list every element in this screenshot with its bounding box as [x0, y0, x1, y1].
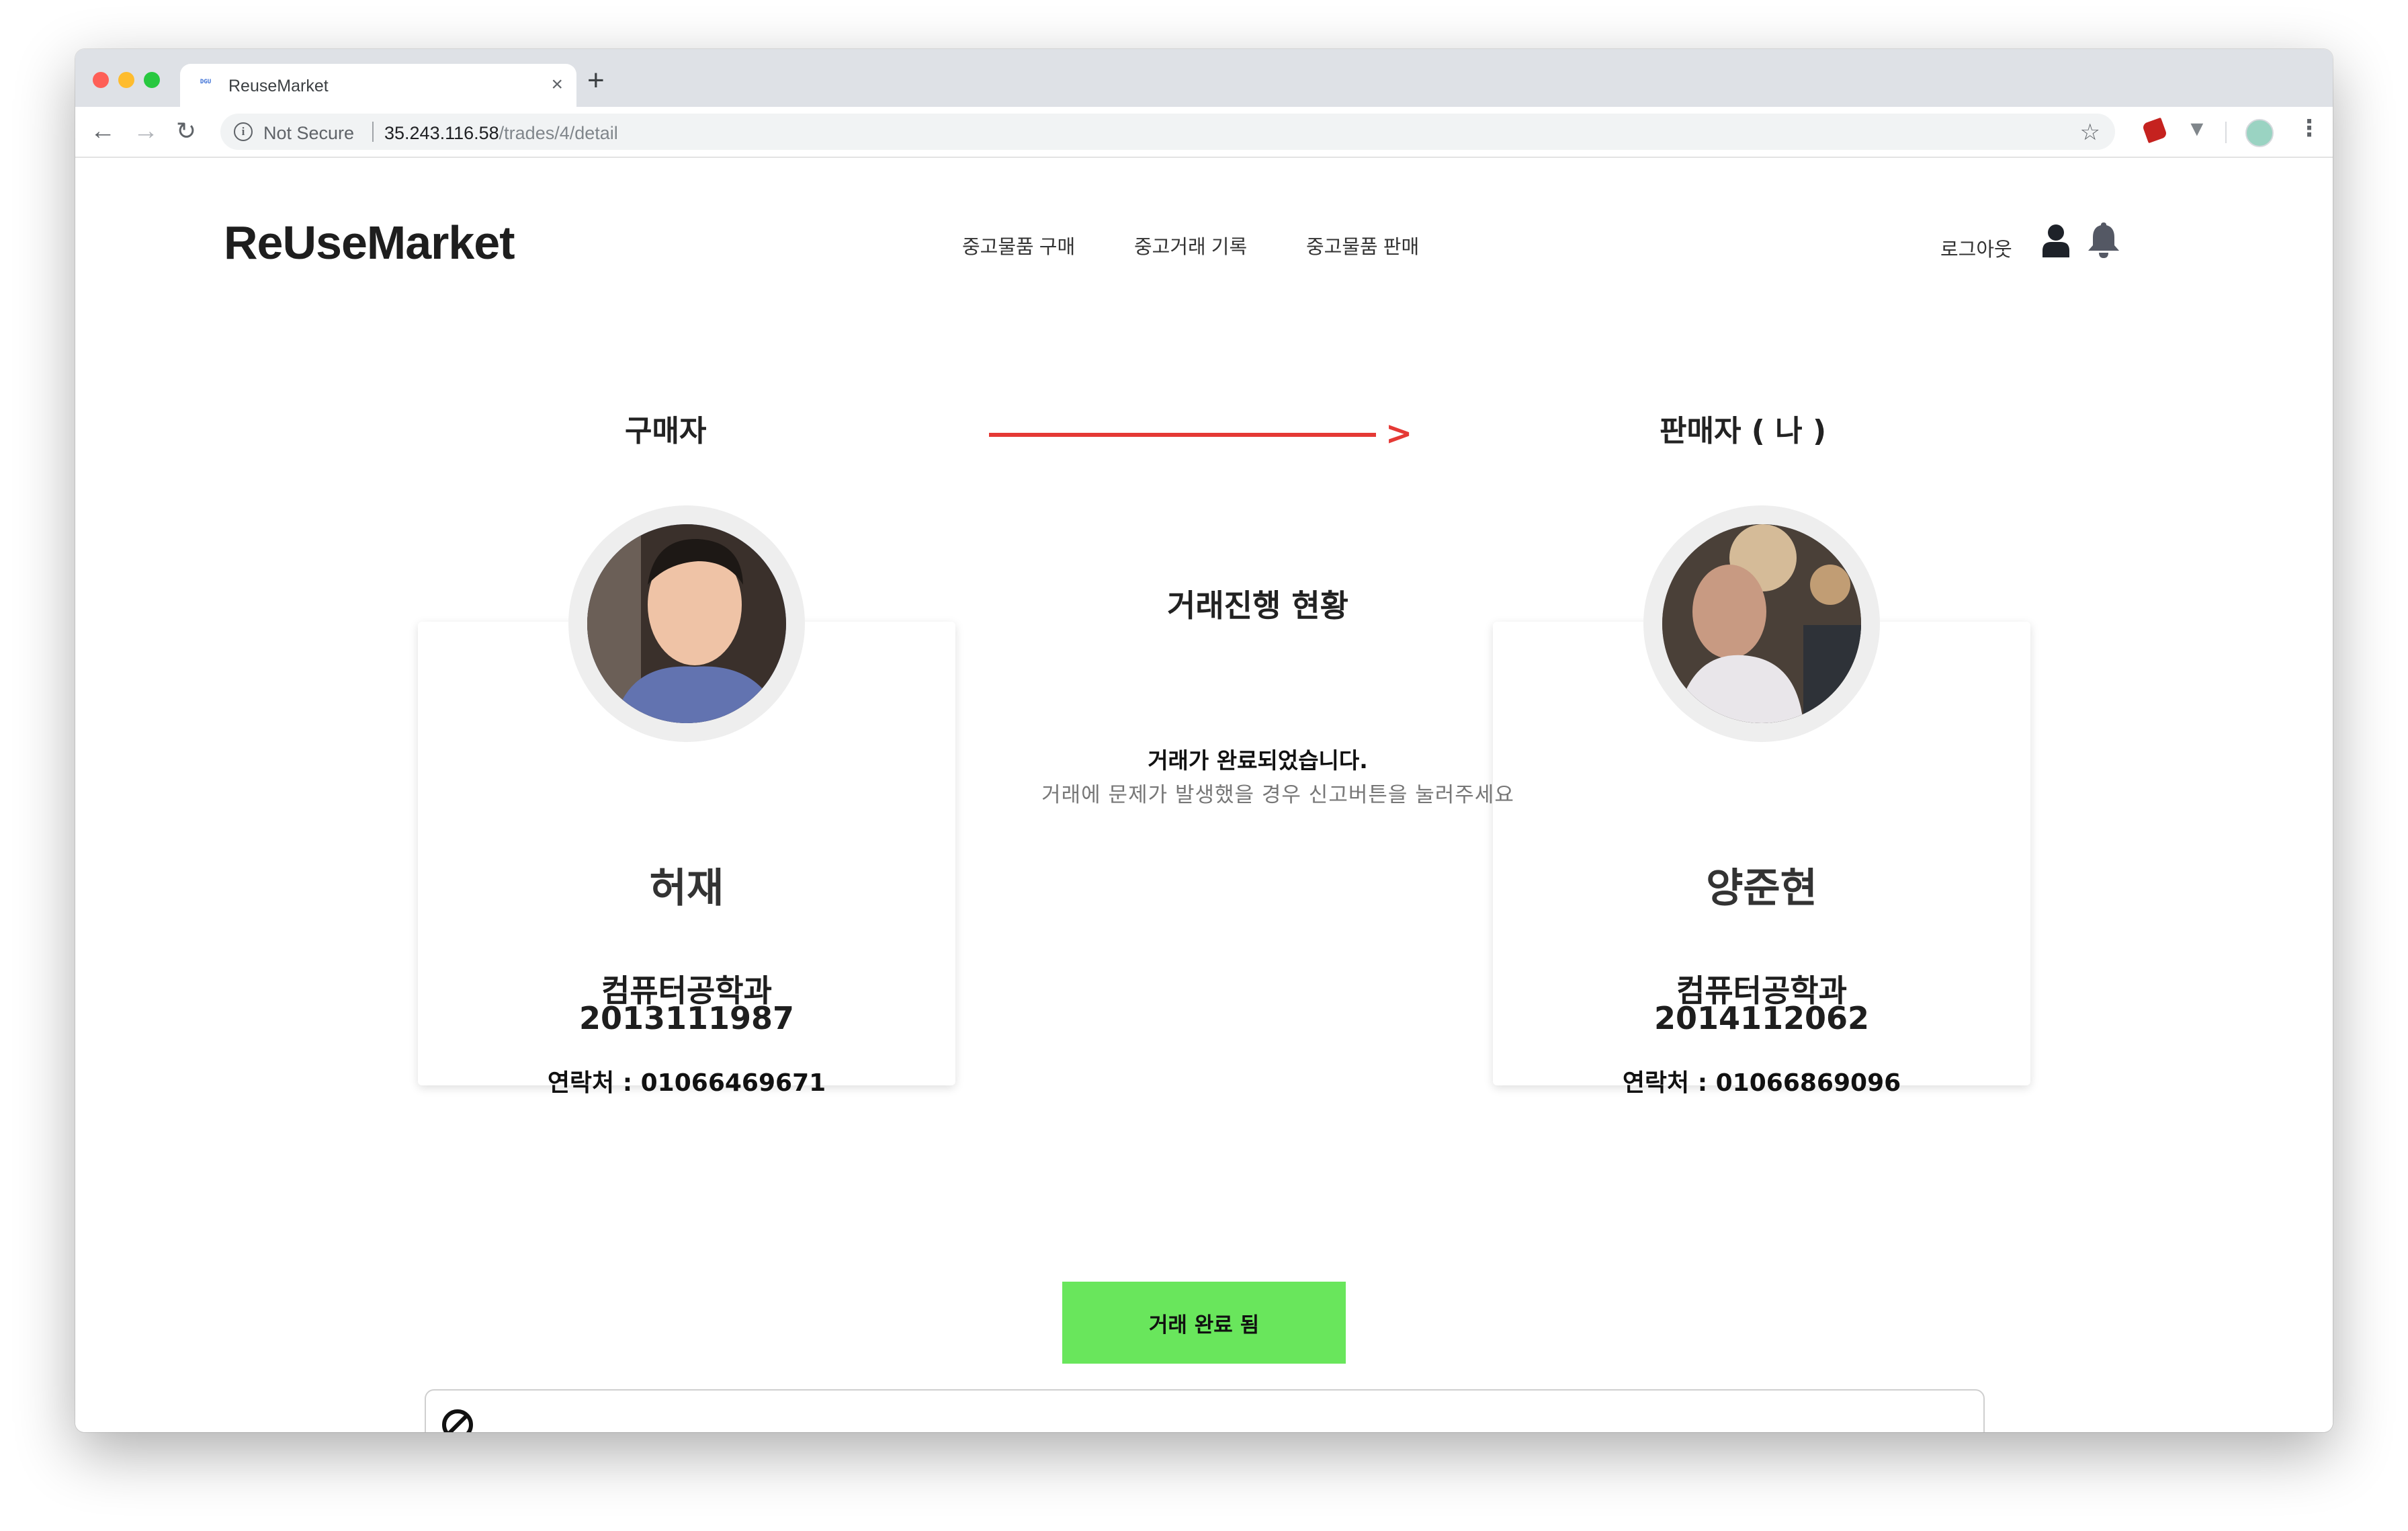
logout-link[interactable]: 로그아웃 [1940, 234, 2012, 262]
nav-sell[interactable]: 중고물품 판매 [1306, 231, 1419, 259]
buyer-student-id: 2013111987 [578, 1000, 795, 1036]
vuejs-icon[interactable]: ▼ [2186, 116, 2208, 141]
back-icon[interactable]: ← [90, 115, 116, 147]
nav-history[interactable]: 중고거래 기록 [1134, 231, 1247, 259]
close-window-button[interactable] [93, 72, 109, 88]
new-tab-button[interactable]: + [587, 64, 605, 97]
seller-student-id: 2014112062 [1653, 1000, 1870, 1036]
page: ReUseMarket 중고물품 구매 중고거래 기록 중고물품 판매 로그아웃… [75, 158, 2333, 1432]
trade-status-title: 거래진행 현황 [1167, 587, 1348, 624]
url-host: 35.243.116.58 [384, 123, 499, 143]
maximize-window-button[interactable] [144, 72, 160, 88]
trade-direction-arrow [989, 433, 1376, 437]
tab-strip: DGU ReuseMarket × + [75, 49, 2333, 107]
star-icon[interactable]: ☆ [2080, 119, 2100, 146]
seller-name: 양준현 [1706, 865, 1817, 912]
report-panel [425, 1389, 1985, 1432]
report-guidance-text: 거래에 문제가 발생했을 경우 신고버튼을 눌러주세요 [1041, 783, 1514, 807]
buyer-contact: 연락처 : 01066469671 [547, 1069, 826, 1097]
tab-close-icon[interactable]: × [551, 73, 563, 96]
nav-buy[interactable]: 중고물품 구매 [962, 231, 1075, 259]
browser-window: DGU ReuseMarket × + ← → ↻ i Not Secure 3… [75, 49, 2333, 1432]
url-text[interactable]: 35.243.116.58/trades/4/detail [384, 123, 618, 144]
seller-avatar-frame [1643, 505, 1880, 742]
trade-complete-message: 거래가 완료되었습니다. [1148, 747, 1368, 774]
profile-icon[interactable] [2245, 119, 2274, 147]
minimize-window-button[interactable] [118, 72, 134, 88]
url-path: /trades/4/detail [499, 123, 618, 143]
buyer-avatar [587, 524, 786, 723]
buyer-name: 허재 [649, 865, 724, 912]
seller-avatar [1662, 524, 1861, 723]
buyer-avatar-frame [568, 505, 805, 742]
brand-logo[interactable]: ReUseMarket [224, 216, 515, 270]
seller-contact: 연락처 : 01066869096 [1622, 1069, 1901, 1097]
address-divider [372, 122, 374, 142]
favicon-icon: DGU [200, 79, 212, 85]
report-icon[interactable] [441, 1408, 474, 1432]
forward-icon[interactable]: → [133, 115, 159, 147]
reload-icon[interactable]: ↻ [176, 115, 196, 147]
menu-icon[interactable]: ⋮ [2298, 115, 2321, 142]
bell-icon[interactable] [2087, 221, 2120, 259]
buyer-role-label: 구매자 [625, 414, 707, 448]
tab-title: ReuseMarket [228, 77, 329, 95]
browser-toolbar: ← → ↻ i Not Secure 35.243.116.58/trades/… [75, 107, 2333, 158]
seller-role-label: 판매자 ( 나 ) [1660, 414, 1827, 448]
extension-icon[interactable] [2141, 117, 2168, 144]
arrow-head-icon: > [1385, 415, 1413, 452]
user-icon[interactable] [2041, 224, 2071, 257]
address-bar[interactable]: i Not Secure 35.243.116.58/trades/4/deta… [220, 114, 2115, 150]
info-icon[interactable]: i [234, 122, 253, 141]
not-secure-label: Not Secure [263, 123, 355, 143]
trade-complete-button[interactable]: 거래 완료 됨 [1062, 1282, 1346, 1364]
browser-tab[interactable]: DGU ReuseMarket × [180, 64, 576, 107]
toolbar-divider [2225, 122, 2227, 143]
